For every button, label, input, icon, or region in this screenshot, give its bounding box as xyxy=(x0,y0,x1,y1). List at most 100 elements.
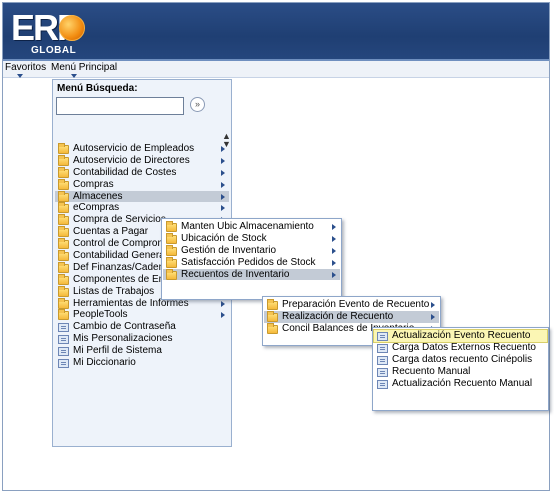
recuentos-item-realizacion-de-recuento[interactable]: Realización de Recuento xyxy=(264,310,439,323)
menu-item-label: Cambio de Contraseña xyxy=(73,321,176,333)
menu-item-mi-diccionario[interactable]: Mi Diccionario xyxy=(55,357,229,369)
almacenes-item-satisfaccion-pedidos-de-stock[interactable]: Satisfacción Pedidos de Stock xyxy=(163,256,340,269)
folder-icon xyxy=(58,250,69,262)
folder-icon xyxy=(58,214,69,226)
realizacion-item-actualizacion-recuento-manual[interactable]: Actualización Recuento Manual xyxy=(374,378,547,390)
nav-main-menu-link[interactable]: Menú Principal xyxy=(51,62,117,73)
realizacion-item-label: Actualización Recuento Manual xyxy=(392,377,533,389)
document-icon xyxy=(377,343,388,353)
realizacion-item-label: Recuento Manual xyxy=(392,365,471,377)
menu-item-ecompras[interactable]: eCompras xyxy=(55,202,229,214)
folder-icon xyxy=(267,299,278,310)
document-icon xyxy=(58,359,69,369)
menu-item-almacenes[interactable]: Almacenes xyxy=(55,190,229,203)
menu-item-contabilidad-de-costes[interactable]: Contabilidad de Costes xyxy=(55,166,229,179)
folder-icon xyxy=(58,297,69,309)
menu-item-peopletools[interactable]: PeopleTools xyxy=(55,309,229,321)
folder-icon xyxy=(166,256,177,268)
submenu-arrow-icon xyxy=(431,313,435,320)
folder-icon xyxy=(58,238,69,250)
submenu-arrow-icon xyxy=(221,169,225,176)
document-icon xyxy=(377,367,388,377)
globe-icon xyxy=(59,15,85,41)
submenu-arrow-icon xyxy=(221,312,225,319)
menu-item-label: Autoservicio de Empleados xyxy=(73,143,195,154)
document-icon xyxy=(58,347,69,357)
logo-subtext: GLOBAL xyxy=(31,45,77,56)
header-banner: ERP GLOBAL xyxy=(3,3,549,59)
realizacion-item-recuento-manual[interactable]: Recuento Manual xyxy=(374,366,547,378)
almacenes-submenu: Manten Ubic Almacenamiento Ubicación de S… xyxy=(161,218,342,300)
nav-favorites-link[interactable]: Favoritos xyxy=(5,62,46,73)
submenu-arrow-icon xyxy=(431,302,435,308)
realizacion-item-carga-datos-externos-recuento[interactable]: Carga Datos Externos Recuento xyxy=(374,342,547,354)
menu-item-label: Almacenes xyxy=(73,190,123,202)
folder-icon xyxy=(166,221,177,232)
menu-item-mis-personalizaciones[interactable]: Mis Personalizaciones xyxy=(55,333,229,345)
folder-icon xyxy=(58,285,69,297)
search-go-icon[interactable]: » xyxy=(190,97,205,112)
folder-icon xyxy=(58,261,69,273)
menu-item-label: Contabilidad de Costes xyxy=(73,166,177,178)
folder-icon xyxy=(58,166,69,178)
menu-item-autoservicio-de-directores[interactable]: Autoservicio de Directores xyxy=(55,154,229,167)
almacenes-item-gestion-de-inventario[interactable]: Gestión de Inventario xyxy=(163,244,340,257)
menu-item-label: Listas de Trabajos xyxy=(73,285,155,297)
menu-item-label: Mi Perfil de Sistema xyxy=(73,345,162,357)
folder-icon xyxy=(166,244,177,256)
almacenes-item-manten-ubic-almacenamiento[interactable]: Manten Ubic Almacenamiento xyxy=(163,221,340,233)
menu-item-label: Compras xyxy=(73,178,114,190)
submenu-arrow-icon xyxy=(332,271,336,278)
realizacion-submenu: Actualización Evento Recuento Carga Datos… xyxy=(372,327,549,411)
submenu-arrow-icon xyxy=(221,193,225,200)
almacenes-item-label: Gestión de Inventario xyxy=(181,244,277,256)
realizacion-item-carga-datos-recuento-cinepolis[interactable]: Carga datos recuento Cinépolis xyxy=(374,354,547,366)
menu-item-label: Mi Diccionario xyxy=(73,357,136,369)
folder-icon xyxy=(166,268,177,280)
recuentos-item-preparacion-evento-de-recuento[interactable]: Preparación Evento de Recuento xyxy=(264,299,439,311)
menu-item-autoservicio-de-empleados[interactable]: Autoservicio de Empleados xyxy=(55,143,229,155)
main-menu-caret-icon[interactable] xyxy=(71,74,77,78)
folder-icon xyxy=(58,226,69,238)
recuentos-item-label: Preparación Evento de Recuento xyxy=(282,299,430,310)
menu-item-label: Mis Personalizaciones xyxy=(73,333,173,345)
almacenes-item-label: Satisfacción Pedidos de Stock xyxy=(181,256,316,268)
submenu-arrow-icon xyxy=(221,146,225,152)
menu-item-compras[interactable]: Compras xyxy=(55,178,229,191)
submenu-arrow-icon xyxy=(332,224,336,230)
folder-icon xyxy=(267,310,278,322)
realizacion-item-label: Actualización Evento Recuento xyxy=(392,330,531,341)
menu-item-cambio-de-contrasena[interactable]: Cambio de Contraseña xyxy=(55,321,229,333)
almacenes-item-ubicacion-de-stock[interactable]: Ubicación de Stock xyxy=(163,232,340,245)
folder-icon xyxy=(58,309,69,321)
almacenes-item-label: Manten Ubic Almacenamiento xyxy=(181,221,314,232)
menu-item-mi-perfil-de-sistema[interactable]: Mi Perfil de Sistema xyxy=(55,345,229,357)
document-icon xyxy=(58,323,69,333)
almacenes-item-recuentos-de-inventario[interactable]: Recuentos de Inventario xyxy=(163,268,340,281)
realizacion-item-actualizacion-evento-recuento[interactable]: Actualización Evento Recuento xyxy=(373,329,548,343)
folder-icon xyxy=(58,178,69,190)
menu-search-label: Menú Búsqueda: xyxy=(57,83,138,94)
almacenes-item-label: Ubicación de Stock xyxy=(181,232,267,244)
realizacion-submenu-list: Actualización Evento Recuento Carga Datos… xyxy=(373,329,548,390)
favorites-caret-icon[interactable] xyxy=(17,74,23,78)
erp-global-logo[interactable]: ERP GLOBAL xyxy=(11,7,101,59)
menu-search-input[interactable] xyxy=(56,97,184,115)
menu-item-label: Compra de Servicios xyxy=(73,214,166,226)
document-icon xyxy=(377,355,388,365)
folder-icon xyxy=(58,143,69,154)
submenu-arrow-icon xyxy=(332,247,336,254)
menu-item-label: Contabilidad General xyxy=(73,250,167,262)
folder-icon xyxy=(58,190,69,202)
document-icon xyxy=(377,379,388,389)
submenu-arrow-icon xyxy=(221,205,225,212)
almacenes-submenu-list: Manten Ubic Almacenamiento Ubicación de S… xyxy=(163,221,340,281)
menu-item-label: Cuentas a Pagar xyxy=(73,226,149,238)
almacenes-item-label: Recuentos de Inventario xyxy=(181,268,290,280)
submenu-arrow-icon xyxy=(221,181,225,188)
document-icon xyxy=(377,332,388,341)
folder-icon xyxy=(58,154,69,166)
folder-icon xyxy=(267,322,278,334)
document-icon xyxy=(58,335,69,345)
menu-item-label: Autoservicio de Directores xyxy=(73,154,190,166)
